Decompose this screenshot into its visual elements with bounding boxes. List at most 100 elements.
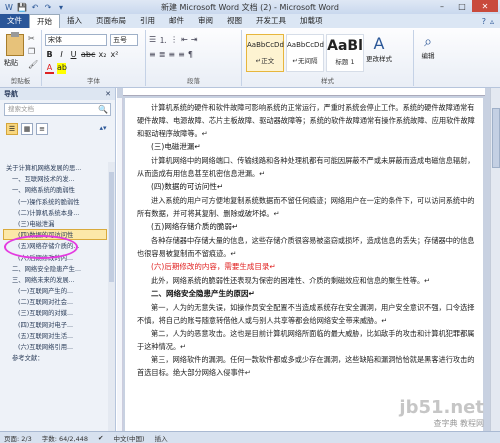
document-paragraph[interactable]: 进入系统的用户可方便地复制系统数据而不留任何痕迹；网络用户在一定的条件下，可以访… xyxy=(137,194,477,220)
pages-view-icon[interactable]: ▦ xyxy=(21,123,33,135)
nav-heading-item[interactable]: 二、网络安全隐患产生... xyxy=(3,263,107,274)
minimize-button[interactable]: – xyxy=(432,0,452,12)
bold-button[interactable]: B xyxy=(45,50,54,59)
close-button[interactable]: ✕ xyxy=(472,0,498,12)
highlight-icon[interactable]: ab xyxy=(57,63,67,74)
vertical-scrollbar[interactable] xyxy=(490,88,500,431)
document-heading[interactable]: 二、网络安全隐患产生的原因↵ xyxy=(137,287,477,301)
minimize-ribbon-icon[interactable]: ▵ xyxy=(490,17,494,26)
tab-page-layout[interactable]: 页面布局 xyxy=(89,14,133,28)
word-logo-icon: W xyxy=(5,2,13,12)
word-count[interactable]: 字数: 64/2,448 xyxy=(42,433,88,443)
nav-heading-item[interactable]: (二)互联网对社会... xyxy=(3,296,107,307)
language-indicator[interactable]: 中文(中国) xyxy=(114,433,145,443)
undo-icon[interactable]: ↶ xyxy=(30,2,40,12)
results-view-icon[interactable]: ≡ xyxy=(36,123,48,135)
nav-heading-list: 关于计算机网络发展的思... 一、互联网技术的发... 一、网络系统的脆弱性 (一)操… xyxy=(3,162,107,363)
tab-references[interactable]: 引用 xyxy=(133,14,162,28)
nav-heading-item[interactable]: (四)互联网对电子... xyxy=(3,319,107,330)
nav-heading-item[interactable]: 三、网络未来的发展... xyxy=(3,274,107,285)
bullets-icon[interactable]: ☰ xyxy=(149,35,156,46)
nav-heading-item[interactable]: 参考文献： xyxy=(3,352,107,363)
tab-insert[interactable]: 插入 xyxy=(60,14,89,28)
editing-button[interactable]: ⌕ 编辑 xyxy=(416,34,440,60)
style-heading-1[interactable]: AaBl 标题 1 xyxy=(326,34,364,72)
document-paragraph[interactable]: 计算机系统的硬件和软件故障可影响系统的正常运行，严重时系统会停止工作。系统的硬件… xyxy=(137,101,477,140)
tab-mailings[interactable]: 邮件 xyxy=(162,14,191,28)
document-paragraph[interactable]: 此外，网络系统的脆弱性还表现为保密的困难性、介质的剩磁效应和信息的聚生性等。↵ xyxy=(137,274,477,287)
subscript-button[interactable]: x₂ xyxy=(98,50,107,59)
copy-icon[interactable]: ❐ xyxy=(28,47,38,56)
align-right-button[interactable]: ≡ xyxy=(168,50,175,59)
nav-scrollbar[interactable] xyxy=(108,162,115,431)
page-count[interactable]: 页面: 2/3 xyxy=(4,433,32,443)
increase-indent-icon[interactable]: ⇥ xyxy=(191,35,198,46)
paste-icon[interactable] xyxy=(6,32,24,56)
nav-heading-item[interactable]: (三)互联网的对媒... xyxy=(3,307,107,318)
nav-heading-item[interactable]: (六)互联网络引用... xyxy=(3,341,107,352)
strikethrough-button[interactable]: abc xyxy=(81,50,95,59)
tab-home[interactable]: 开始 xyxy=(29,14,60,28)
document-heading[interactable]: (三)电磁泄漏↵ xyxy=(137,140,477,154)
customize-toolbar-icon[interactable]: ▾ xyxy=(56,2,66,12)
change-styles-button[interactable]: A 更改样式 xyxy=(366,34,392,63)
justify-button[interactable]: ≡ xyxy=(178,50,185,59)
tab-developer[interactable]: 开发工具 xyxy=(249,14,293,28)
navigation-pane: 导航 ✕ 搜索文档 🔍 ☰ ▦ ≡ ▴▾ 关于计算机网络发展的思... 一、互联网… xyxy=(0,88,116,431)
font-size-select[interactable]: 五号 xyxy=(110,34,138,46)
nav-heading-item[interactable]: (一)互联网产生的... xyxy=(3,285,107,296)
document-heading[interactable]: (六)后期修改的内容，需要生成目录↵ xyxy=(137,260,477,274)
nav-heading-item[interactable]: 一、网络系统的脆弱性 xyxy=(3,184,107,195)
style-no-spacing[interactable]: AaBbCcDd ↵无间隔 xyxy=(286,34,324,72)
nav-heading-item[interactable]: 关于计算机网络发展的思... xyxy=(3,162,107,173)
document-paragraph[interactable]: 计算机网络中的网络端口、传输线路和各种处理机都有可能因屏蔽不严或未屏蔽而造成电磁… xyxy=(137,154,477,180)
numbering-icon[interactable]: ⒈ xyxy=(159,35,167,46)
tab-view[interactable]: 视图 xyxy=(220,14,249,28)
nav-heading-item[interactable]: (三)电磁泄漏 xyxy=(3,218,107,229)
document-page[interactable]: 计算机系统的硬件和软件故障可影响系统的正常运行，严重时系统会停止工作。系统的硬件… xyxy=(125,98,483,431)
nav-search-input[interactable]: 搜索文档 🔍 xyxy=(4,103,111,116)
show-marks-button[interactable]: ¶ xyxy=(188,50,193,59)
tab-file[interactable]: 文件 xyxy=(0,14,29,28)
format-painter-icon[interactable]: 🖌 xyxy=(28,60,38,69)
save-icon[interactable]: 💾 xyxy=(17,2,27,12)
watermark: jb51.net 查字典 教程网 xyxy=(399,397,484,428)
nav-heading-item[interactable]: (五)互联网对生活... xyxy=(3,330,107,341)
headings-view-icon[interactable]: ☰ xyxy=(6,123,18,135)
document-paragraph[interactable]: 各种存储器中存储大量的信息，这些存储介质很容易被盗窃或损坏，造成信息的丢失；存储… xyxy=(137,234,477,260)
superscript-button[interactable]: x² xyxy=(110,50,119,59)
maximize-button[interactable]: □ xyxy=(452,0,472,12)
font-color-button[interactable]: A xyxy=(45,63,54,74)
align-left-button[interactable]: ≡ xyxy=(149,50,156,59)
paste-label[interactable]: 粘贴 xyxy=(4,58,18,68)
search-icon[interactable]: 🔍 xyxy=(98,104,108,115)
insert-mode[interactable]: 插入 xyxy=(155,433,168,443)
nav-scroll-thumb[interactable] xyxy=(109,172,114,282)
nav-arrows-icon[interactable]: ▴▾ xyxy=(97,123,109,135)
nav-heading-item[interactable]: (二)计算机系统本身... xyxy=(3,207,107,218)
cut-icon[interactable]: ✂ xyxy=(28,34,38,43)
scroll-thumb[interactable] xyxy=(492,108,500,168)
document-heading[interactable]: (四)数据的可访问性↵ xyxy=(137,180,477,194)
nav-close-icon[interactable]: ✕ xyxy=(105,88,111,100)
italic-button[interactable]: I xyxy=(57,50,66,59)
spellcheck-icon[interactable]: ✔ xyxy=(98,434,103,442)
document-heading[interactable]: (五)网络存储介质的脆弱↵ xyxy=(137,220,477,234)
tab-addins[interactable]: 加载项 xyxy=(293,14,330,28)
underline-button[interactable]: U xyxy=(69,50,78,59)
help-icon[interactable]: ? xyxy=(482,17,486,26)
nav-heading-item[interactable]: 一、互联网技术的发... xyxy=(3,173,107,184)
nav-heading-item[interactable]: (一)操作系统的脆弱性 xyxy=(3,196,107,207)
decrease-indent-icon[interactable]: ⇤ xyxy=(181,35,188,46)
style-normal[interactable]: AaBbCcDd ↵正文 xyxy=(246,34,284,72)
font-name-select[interactable]: 宋体 xyxy=(45,34,107,46)
multilevel-list-icon[interactable]: ⋮ xyxy=(170,35,178,46)
horizontal-ruler[interactable] xyxy=(123,88,485,96)
vertical-ruler[interactable] xyxy=(117,98,123,431)
document-paragraph[interactable]: 第二，人为的恶意攻击。这也是目前计算机网络所面临的最大威胁，比如敌手的攻击和计算… xyxy=(137,327,477,353)
document-paragraph[interactable]: 第三，网络软件的漏洞。任何一款软件都或多或少存在漏洞，这些缺陷和漏洞恰恰就是黑客… xyxy=(137,353,477,379)
align-center-button[interactable]: ≣ xyxy=(159,50,166,59)
document-paragraph[interactable]: 第一，人为的无意失误，如操作员安全配置不当造成系统存在安全漏洞，用户安全意识不强… xyxy=(137,301,477,327)
redo-icon[interactable]: ↷ xyxy=(43,2,53,12)
tab-review[interactable]: 审阅 xyxy=(191,14,220,28)
